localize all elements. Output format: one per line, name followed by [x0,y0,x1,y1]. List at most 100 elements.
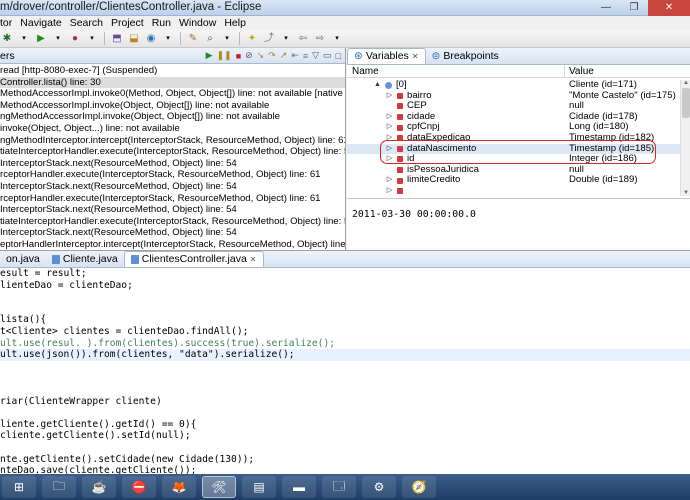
stack-frame[interactable]: ngMethodInterceptor.intercept(Intercepto… [0,135,345,147]
step-over-icon[interactable]: ↷ [268,50,276,61]
variable-row[interactable]: ▷ [347,186,680,196]
tab-variables[interactable]: ⊛ Variables ✕ [347,48,426,64]
menu-window[interactable]: Window [179,16,216,30]
maximize-view-icon[interactable]: □ [336,51,341,61]
expand-icon[interactable]: ▷ [385,122,394,133]
stack-frame[interactable]: eptorHandlerInterceptor.intercept(Interc… [0,239,345,251]
dropdown-icon[interactable]: ▾ [220,32,234,45]
stack-frame[interactable]: tiateInterceptorHandler.execute(Intercep… [0,216,345,228]
scroll-up-icon[interactable]: ▲ [681,80,690,86]
stack-frame[interactable]: read [http-8080-exec-7] (Suspended) [0,65,345,77]
stack-frame[interactable]: InterceptorStack.next(ResourceMethod, Ob… [0,158,345,170]
menu-project[interactable]: Project [111,16,144,30]
stack-frame[interactable]: tiateInterceptorHandler.execute(Intercep… [0,146,345,158]
variable-detail-pane[interactable]: 2011-03-30 00:00:00.0 [347,198,690,250]
menu-run[interactable]: Run [152,16,171,30]
collapse-icon[interactable]: ▲ [373,80,382,91]
variable-row[interactable]: ▷ id Integer (id=186) [347,154,680,165]
new-java-project-icon[interactable]: ⬒ [110,32,124,45]
scrollbar-thumb[interactable] [682,88,690,118]
window-icon[interactable]: 🗔 [322,476,356,498]
expand-icon[interactable]: ▷ [385,91,394,102]
editor-tab[interactable]: on.java [0,251,46,267]
stack-frame[interactable]: InterceptorStack.next(ResourceMethod, Ob… [0,204,345,216]
tab-breakpoints[interactable]: ⊜ Breakpoints [426,48,505,64]
terminate-icon[interactable]: ■ [236,51,241,61]
stack-frame[interactable]: MethodAccessorImpl.invoke(Object, Object… [0,100,345,112]
stack-frame[interactable]: InterceptorStack.next(ResourceMethod, Ob… [0,227,345,239]
forward-icon[interactable]: ⇨ [313,32,327,45]
expand-icon[interactable]: ▷ [385,112,394,123]
firefox-icon[interactable]: 🦊 [162,476,196,498]
menu-editor[interactable]: tor [0,16,12,30]
code-area[interactable]: esult = result; lienteDao = clienteDao; … [0,268,690,477]
browser-icon[interactable]: 🧭 [402,476,436,498]
maximize-button[interactable]: ❐ [620,0,648,16]
open-type-icon[interactable]: ✎ [186,32,200,45]
view-menu-icon[interactable]: ▽ [312,50,319,61]
debug-icon[interactable]: ✱ [0,32,14,45]
scroll-down-icon[interactable]: ▼ [681,190,690,196]
database-icon[interactable]: ⚙ [362,476,396,498]
terminal-icon[interactable]: ▬ [282,476,316,498]
step-into-icon[interactable]: ↘ [257,50,265,61]
pin-icon[interactable]: ⤴ [262,32,276,45]
expand-icon[interactable]: ▷ [385,186,394,196]
resume-icon[interactable]: ▶ [206,50,213,61]
dropdown-icon[interactable]: ▾ [161,32,175,45]
stack-frame[interactable]: invoke(Object, Object...) line: not avai… [0,123,345,135]
variable-row[interactable]: ▲ [0] Cliente (id=171) [347,80,680,91]
expand-icon[interactable]: ▷ [385,154,394,165]
start-button-icon[interactable]: ⊞ [2,476,36,498]
dropdown-icon[interactable]: ▾ [17,32,31,45]
stack-frame[interactable]: InterceptorStack.next(ResourceMethod, Ob… [0,181,345,193]
menu-help[interactable]: Help [224,16,246,30]
editor-tab-active[interactable]: ClientesController.java ✕ [123,251,264,267]
close-icon[interactable]: ✕ [412,49,419,64]
menu-search[interactable]: Search [70,16,103,30]
drop-to-frame-icon[interactable]: ⇤ [291,50,299,61]
eclipse-icon[interactable]: 🛠 [202,476,236,498]
variable-row[interactable]: ▷ limiteCredito Double (id=189) [347,175,680,186]
back-icon[interactable]: ⇦ [296,32,310,45]
dropdown-icon[interactable]: ▾ [85,32,99,45]
expand-icon[interactable]: ▷ [385,175,394,186]
stack-frame[interactable]: rceptorHandler.execute(InterceptorStack,… [0,193,345,205]
file-explorer-icon[interactable]: 🗀 [42,476,76,498]
dropdown-icon[interactable]: ▾ [51,32,65,45]
app-icon[interactable]: ⛔ [122,476,156,498]
close-button[interactable]: ✕ [648,0,690,16]
variable-row[interactable]: ▷ bairro "Monte Castelo" (id=175) [347,90,680,102]
variable-row[interactable]: ▷ cidade Cidade (id=178) [347,111,680,123]
editor-tab[interactable]: Cliente.java [46,251,124,267]
minimize-button[interactable]: — [592,0,620,16]
column-value[interactable]: Value [565,65,594,77]
search-icon[interactable]: ⌕ [203,32,217,45]
expand-icon[interactable]: ▷ [385,133,394,144]
new-package-icon[interactable]: ⬓ [127,32,141,45]
variable-row[interactable]: ▷ dataExpedicao Timestamp (id=182) [347,132,680,144]
java-icon[interactable]: ☕ [82,476,116,498]
close-icon[interactable]: ✕ [250,252,257,267]
expand-icon[interactable]: ▷ [385,144,394,155]
dropdown-icon[interactable]: ▾ [279,32,293,45]
suspend-icon[interactable]: ❚❚ [217,50,232,61]
stack-frame[interactable]: ngMethodAccessorImpl.invoke(Object, Obje… [0,111,345,123]
use-step-filters-icon[interactable]: ≡ [303,51,308,61]
stack-frame[interactable]: MethodAccessorImpl.invoke0(Method, Objec… [0,88,345,100]
run-icon[interactable]: ▶ [34,32,48,45]
stack-frame[interactable]: rceptorHandler.execute(InterceptorStack,… [0,169,345,181]
variables-scrollbar[interactable]: ▲ ▼ [680,80,690,196]
external-tools-icon[interactable]: ● [68,32,82,45]
annotation-icon[interactable]: ✦ [245,32,259,45]
dropdown-icon[interactable]: ▾ [330,32,344,45]
minimize-view-icon[interactable]: ▭ [323,50,332,61]
disconnect-icon[interactable]: ⊘ [245,50,253,61]
menu-navigate[interactable]: Navigate [20,16,61,30]
notes-icon[interactable]: ▤ [242,476,276,498]
step-return-icon[interactable]: ↗ [280,50,288,61]
stack-frame[interactable]: Controller.lista() line: 30 [0,76,345,89]
new-class-icon[interactable]: ◉ [144,32,158,45]
debug-tab-label[interactable]: ers [0,50,15,62]
column-name[interactable]: Name [347,65,565,77]
